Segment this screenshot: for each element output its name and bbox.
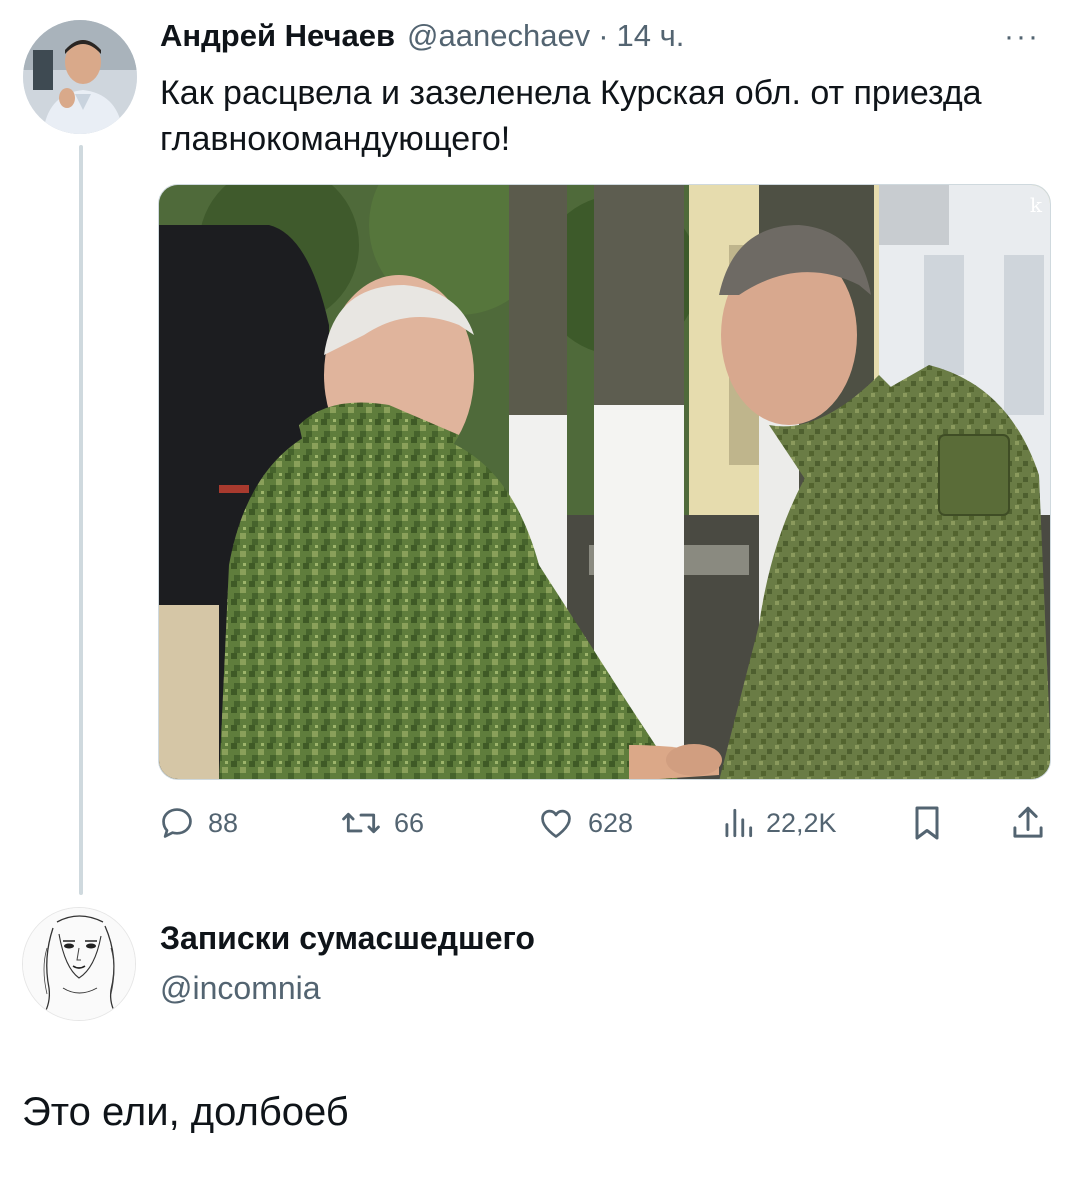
retweet-button[interactable]: 66 [340,800,424,846]
author-name[interactable]: Андрей Нечаев [160,18,395,54]
views-count: 22,2K [766,807,837,838]
tweet-timestamp[interactable]: 14 ч. [617,18,685,54]
author-handle[interactable]: @aanechaev [407,18,590,54]
bookmark-button[interactable] [910,800,944,846]
photo-watermark: k [1029,193,1042,217]
tweet-header: Андрей Нечаев @aanechaev · 14 ч. [160,18,684,62]
tweet-photo[interactable]: k [158,184,1051,780]
reply-author-handle[interactable]: @incomnia [160,970,321,1007]
more-icon[interactable]: ··· [1004,20,1040,54]
reply-author-avatar[interactable] [22,907,136,1021]
bookmark-icon [915,806,939,840]
views-icon [725,808,753,838]
header-separator: · [598,18,609,53]
reply-author-name[interactable]: Записки сумасшедшего [160,920,535,957]
reply-text: Это ели, долбоеб [22,1090,349,1134]
like-icon [541,809,571,838]
reply-icon [162,808,192,838]
avatar-drawing [23,908,135,1020]
author-avatar[interactable] [23,20,137,134]
like-count: 628 [588,807,634,838]
avatar-photo [23,20,137,134]
photo-image [159,185,1050,779]
retweet-count: 66 [394,807,425,838]
tweet-text: Как расцвела и зазеленела Курская обл. о… [160,74,982,158]
tweet-actions: 88 66 628 22,2K [158,800,1051,846]
reply-count: 88 [208,807,239,838]
like-button[interactable]: 628 [536,800,633,846]
views-button[interactable]: 22,2K [722,800,837,846]
share-icon [1013,806,1043,838]
thread-connector-line [79,145,83,895]
reply-button[interactable]: 88 [158,800,238,846]
retweet-icon [342,812,380,834]
share-button[interactable] [1010,800,1046,846]
